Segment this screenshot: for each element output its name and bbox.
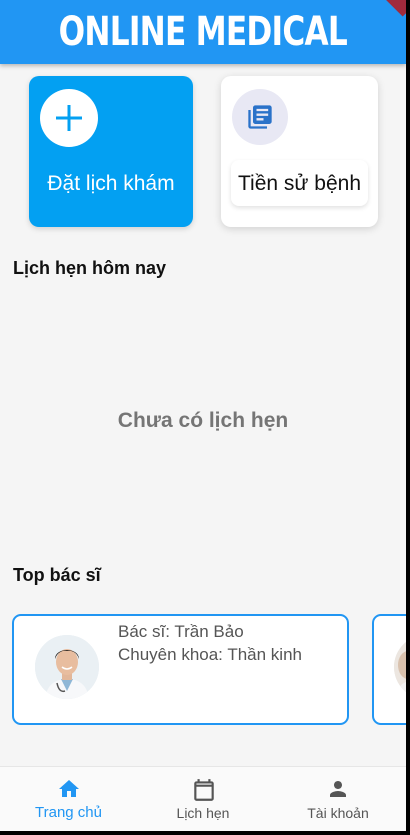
bottom-navigation: Trang chủ Lịch hẹn Tài khoản [0, 766, 406, 831]
nav-home-label: Trang chủ [35, 804, 102, 821]
top-doctors-title: Top bác sĩ [13, 565, 101, 585]
doctor-specialty: Chuyên khoa: Thần kinh [118, 645, 302, 664]
doctor-avatar [35, 635, 99, 699]
book-appointment-label: Đặt lịch khám [47, 172, 175, 195]
nav-account[interactable]: Tài khoản [287, 767, 389, 831]
doctor-card[interactable]: Bác sĩ: Trần Bảo Chuyên khoa: Thần kinh [12, 614, 349, 725]
nav-home[interactable]: Trang chủ [17, 767, 120, 831]
today-appointments-title: Lịch hẹn hôm nay [13, 258, 167, 278]
home-icon [59, 780, 79, 797]
person-icon [330, 781, 346, 797]
nav-appointments[interactable]: Lịch hẹn [152, 767, 254, 831]
medical-history-label: Tiền sử bệnh [237, 172, 362, 195]
doctor-name: Bác sĩ: Trần Bảo [118, 622, 244, 641]
doctor-card[interactable] [372, 614, 406, 725]
debug-banner [381, 0, 406, 17]
app-header: ONLINE MEDICAL [0, 0, 406, 64]
doctor-avatar [394, 635, 406, 699]
calendar-icon [194, 779, 214, 801]
document-list-icon [232, 89, 288, 145]
nav-appointments-label: Lịch hẹn [176, 805, 230, 821]
empty-appointments-text: Chưa có lịch hẹn [117, 409, 289, 432]
app-screen: ONLINE MEDICAL Đặt lịch khám Tiền sử bện… [0, 0, 406, 831]
medical-history-label-box: Tiền sử bệnh [231, 160, 368, 206]
nav-account-label: Tài khoản [307, 805, 369, 821]
medical-history-card[interactable]: Tiền sử bệnh [221, 76, 378, 227]
app-title: ONLINE MEDICAL [58, 9, 348, 55]
plus-icon [40, 89, 98, 147]
book-appointment-card[interactable]: Đặt lịch khám [29, 76, 193, 227]
